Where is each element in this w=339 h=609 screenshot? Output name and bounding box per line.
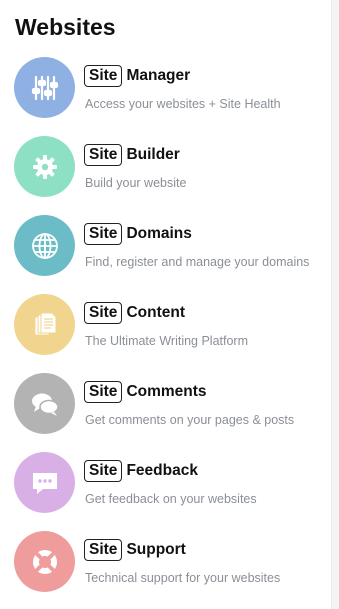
item-description: Get comments on your pages & posts xyxy=(85,413,295,427)
gear-icon xyxy=(14,136,75,197)
site-badge: Site xyxy=(84,65,123,87)
menu-item-site-comments[interactable]: Site Comments Get comments on your pages… xyxy=(14,373,330,435)
menu-item-site-content[interactable]: Site Content The Ultimate Writing Platfo… xyxy=(14,294,330,356)
item-title: Site Builder xyxy=(84,143,180,167)
item-name: Feedback xyxy=(126,462,198,479)
item-name: Support xyxy=(126,541,186,558)
item-description: Find, register and manage your domains xyxy=(85,255,310,269)
item-description: Get feedback on your websites xyxy=(85,492,257,506)
item-description: Access your websites + Site Health xyxy=(85,97,281,111)
item-name: Comments xyxy=(126,383,207,400)
item-name: Builder xyxy=(126,146,180,163)
site-badge: Site xyxy=(84,460,123,482)
lifebuoy-icon xyxy=(14,531,75,592)
item-name: Manager xyxy=(126,67,191,84)
panel-edge xyxy=(331,0,339,609)
item-title: Site Domains xyxy=(84,222,192,246)
site-badge: Site xyxy=(84,223,123,245)
page-title: Websites xyxy=(15,14,116,40)
item-name: Content xyxy=(126,304,185,321)
globe-icon xyxy=(14,215,75,276)
menu-item-site-feedback[interactable]: Site Feedback Get feedback on your websi… xyxy=(14,452,330,514)
menu-item-site-manager[interactable]: Site Manager Access your websites + Site… xyxy=(14,57,330,119)
feedback-bubble-icon xyxy=(14,452,75,513)
item-title: Site Feedback xyxy=(84,459,198,483)
item-description: Build your website xyxy=(85,176,187,190)
item-description: Technical support for your websites xyxy=(85,571,281,585)
menu-item-site-builder[interactable]: Site Builder Build your website xyxy=(14,136,330,198)
menu-item-site-domains[interactable]: Site Domains Find, register and manage y… xyxy=(14,215,330,277)
site-badge: Site xyxy=(84,302,123,324)
chat-bubbles-icon xyxy=(14,373,75,434)
documents-icon xyxy=(14,294,75,355)
item-title: Site Comments xyxy=(84,380,207,404)
item-title: Site Content xyxy=(84,301,185,325)
item-title: Site Support xyxy=(84,538,186,562)
sliders-icon xyxy=(14,57,75,118)
item-name: Domains xyxy=(126,225,192,242)
item-description: The Ultimate Writing Platform xyxy=(85,334,249,348)
site-badge: Site xyxy=(84,539,123,561)
menu-item-site-support[interactable]: Site Support Technical support for your … xyxy=(14,531,330,593)
site-badge: Site xyxy=(84,381,123,403)
item-title: Site Manager xyxy=(84,64,190,88)
site-badge: Site xyxy=(84,144,123,166)
